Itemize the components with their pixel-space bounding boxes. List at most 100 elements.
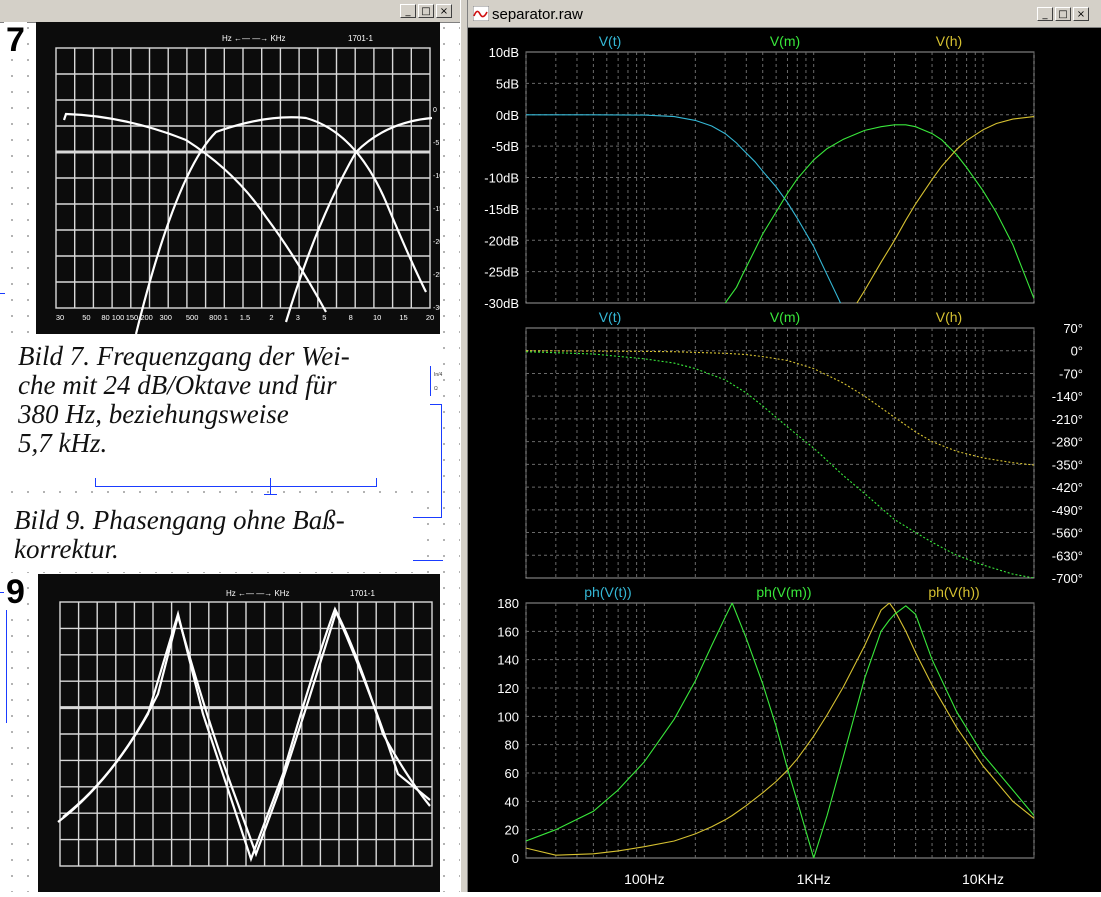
- figure7-x-tick: 10: [373, 313, 381, 322]
- figure7-x-tick: 2: [269, 313, 273, 322]
- y-tick-label: -10dB: [484, 171, 519, 186]
- plot-pane-1: 10dB 5dB 0dB -5dB -10dB -15dB -20dB -25dB -30dB V…: [484, 33, 1035, 311]
- trace-label: V(m): [770, 309, 800, 325]
- waveform-plot-area[interactable]: 10dB 5dB 0dB -5dB -10dB -15dB -20dB -25dB -30dB V…: [468, 0, 1101, 892]
- splitter-bar[interactable]: [460, 0, 468, 892]
- figure7-x-tick: 3: [296, 313, 300, 322]
- y-tick-label: 160: [497, 624, 519, 639]
- figure7-highpass-curve: [284, 116, 433, 323]
- plot-pane-2: 70° 0° -70° -140° -210° -280° -350° -420° -490° -…: [525, 309, 1083, 586]
- minimize-button[interactable]: _: [400, 4, 416, 18]
- figure7-x-tick: 20: [426, 313, 434, 322]
- figure9-number: 9: [4, 573, 27, 611]
- series-ph(V(m)): [526, 603, 1034, 858]
- figure7-code: 1701-1: [348, 34, 373, 43]
- x-tick-label: 100Hz: [624, 871, 664, 887]
- y-tick-label: -700°: [1052, 571, 1083, 586]
- figure7-y-tick: -25: [433, 272, 440, 279]
- figure9-caption: Bild 9. Phasengang ohne Baß- korrektur.: [0, 502, 413, 572]
- trace-label: V(m): [770, 33, 800, 49]
- plot-pane-3: 180 160 140 120 100 80 60 40 20 0 ph(V(t)) ph(V(m))…: [497, 584, 1035, 866]
- series-group: [526, 114, 1034, 303]
- schematic-wire: [413, 560, 443, 561]
- figure7-y-tick: -15: [433, 206, 440, 213]
- trace-label: V(h): [936, 33, 962, 49]
- figure7-scan: Hz ←— —→ KHz 1701-1 30 50 80 100 150 200 300…: [36, 22, 443, 335]
- y-tick-label: 0: [512, 851, 519, 866]
- y-tick-label: -25dB: [484, 265, 519, 280]
- y-tick-label: -20dB: [484, 233, 519, 248]
- figure7-x-tick: 500: [186, 313, 199, 322]
- y-tick-label: 40: [505, 794, 519, 809]
- series-ph(V(t)): [526, 603, 1034, 856]
- series-group: [526, 603, 1034, 858]
- y-tick-label: -350°: [1052, 457, 1083, 472]
- figure7-plot: Hz ←— —→ KHz 1701-1 30 50 80 100 150 200 300…: [55, 34, 443, 335]
- figure7-y-tick: -10: [433, 173, 440, 180]
- figure7-number: 7: [4, 21, 27, 59]
- figure7-header: Hz ←— —→ KHz: [222, 34, 286, 43]
- figure7-x-tick: 1.5: [240, 313, 250, 322]
- schematic-component: [430, 366, 431, 396]
- x-tick-label: 10KHz: [962, 871, 1004, 887]
- pane-frame: [525, 327, 1035, 579]
- trace-label: ph(V(h)): [928, 584, 979, 600]
- series-V(m): [526, 350, 1034, 466]
- y-tick-label: 0°: [1071, 344, 1083, 359]
- y-tick-label: 80: [505, 738, 519, 753]
- y-tick-label: 10dB: [489, 45, 519, 60]
- close-button[interactable]: ×: [436, 4, 452, 18]
- y-tick-label: 140: [497, 653, 519, 668]
- y-tick-label: -630°: [1052, 548, 1083, 563]
- schematic-wire: [441, 404, 442, 518]
- figure7-x-tick: 80 100: [101, 313, 124, 322]
- y-tick-label: -70°: [1059, 366, 1083, 381]
- figure7-x-tick: 300: [159, 313, 172, 322]
- figure7-y-tick: 0: [433, 107, 437, 114]
- y-tick-label: 0dB: [496, 108, 519, 123]
- y-tick-label: 100: [497, 709, 519, 724]
- schematic-label: In/4: [434, 372, 443, 378]
- schematic-wire: [270, 478, 271, 494]
- y-tick-label: 120: [497, 681, 519, 696]
- figure7-y-tick: -5: [433, 140, 439, 147]
- y-tick-label: 60: [505, 766, 519, 781]
- y-tick-label: -280°: [1052, 435, 1083, 450]
- y-tick-label: -420°: [1052, 480, 1083, 495]
- trace-label: V(t): [599, 309, 622, 325]
- figure9-plot: Hz ←— —→ KHz 1701-1: [57, 589, 433, 867]
- y-tick-label: -140°: [1052, 389, 1083, 404]
- trace-label: V(h): [936, 309, 962, 325]
- y-tick-label: 20: [505, 823, 519, 838]
- ground-symbol: [264, 494, 277, 495]
- schematic-wire: [413, 517, 442, 518]
- y-tick-label: -560°: [1052, 526, 1083, 541]
- left-document-pane: _ □ × In/4 Ω Hz ←— —→ KHz 1701-1 30 50 80 …: [0, 0, 460, 892]
- left-window-titlebar: _ □ ×: [0, 0, 460, 23]
- maximize-button[interactable]: □: [418, 4, 434, 18]
- figure7-x-tick: 15: [399, 313, 407, 322]
- y-tick-label: 5dB: [496, 76, 519, 91]
- figure7-x-tick: 8: [349, 313, 353, 322]
- waveform-viewer-window: separator.raw _ □ × 10dB 5dB 0dB -5dB -10dB -…: [468, 0, 1101, 892]
- schematic-wire: [0, 293, 5, 294]
- trace-label: ph(V(m)): [756, 584, 811, 600]
- y-tick-label: -5dB: [492, 139, 519, 154]
- figure7-caption: Bild 7. Frequenzgang der Wei- che mit 24…: [4, 338, 430, 478]
- trace-label: V(t): [599, 33, 622, 49]
- figure7-y-tick: -30: [433, 305, 440, 312]
- figure7-x-tick: 5: [322, 313, 326, 322]
- y-tick-label: -15dB: [484, 202, 519, 217]
- figure9-scan: Hz ←— —→ KHz 1701-1: [38, 574, 440, 892]
- y-tick-label: -210°: [1052, 412, 1083, 427]
- figure7-y-tick: -20: [433, 239, 440, 246]
- figure9-header: Hz ←— —→ KHz: [226, 589, 290, 598]
- series-V(m): [724, 124, 1034, 303]
- trace-label: ph(V(t)): [584, 584, 631, 600]
- y-tick-label: 180: [497, 596, 519, 611]
- figure7-x-tick: 50: [82, 313, 90, 322]
- y-tick-label: -490°: [1052, 503, 1083, 518]
- y-tick-label: -30dB: [484, 296, 519, 311]
- figure7-x-tick: 30: [56, 313, 64, 322]
- pane-frame: [525, 602, 1035, 859]
